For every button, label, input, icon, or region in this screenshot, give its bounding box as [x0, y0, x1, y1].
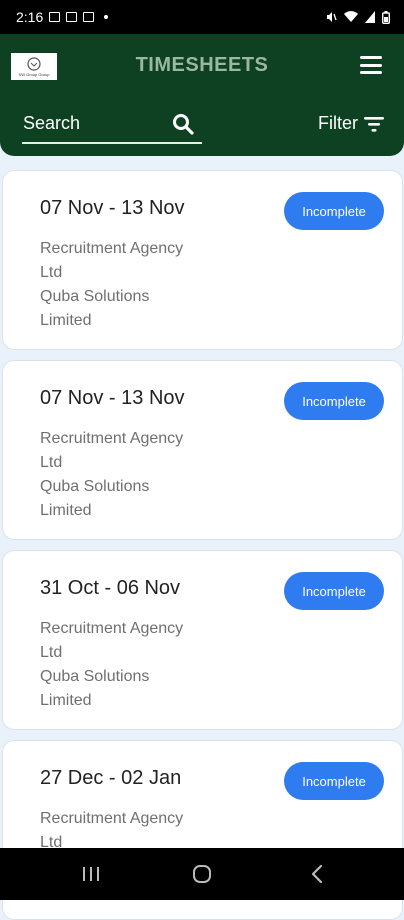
status-time: 2:16: [16, 9, 44, 25]
signal-icon: [365, 11, 375, 23]
client-name-line: Quba Solutions: [40, 668, 150, 685]
battery-icon: [382, 10, 390, 24]
timesheet-card[interactable]: 07 Nov - 13 Nov Incomplete Recruitment A…: [2, 360, 403, 540]
status-badge: Incomplete: [284, 382, 384, 420]
gallery-notification-icon: [49, 12, 61, 22]
agency-name: Recruitment Agency Ltd: [40, 237, 230, 285]
recents-icon[interactable]: [81, 864, 101, 884]
client-name-line: Limited: [40, 312, 92, 329]
filter-button[interactable]: Filter: [318, 113, 384, 134]
agency-name: Recruitment Agency Ltd: [40, 617, 230, 665]
client-name: Quba Solutions Limited: [40, 665, 230, 713]
filter-icon: [364, 116, 384, 132]
outlook-notification-icon: [83, 12, 95, 22]
message-notification-icon: [66, 12, 78, 22]
agency-name-line: Recruitment Agency: [40, 240, 184, 257]
status-badge: Incomplete: [284, 572, 384, 610]
client-name-line: Quba Solutions: [40, 288, 150, 305]
timesheet-date-range: 27 Dec - 02 Jan: [40, 767, 182, 789]
timesheet-card[interactable]: 31 Oct - 06 Nov Incomplete Recruitment A…: [2, 550, 403, 730]
agency-name-line: Recruitment Agency: [40, 620, 184, 637]
search-input[interactable]: Search: [22, 110, 202, 144]
menu-icon-bar: [360, 56, 382, 59]
filter-label: Filter: [318, 113, 358, 133]
page-title: TIMESHEETS: [135, 54, 269, 76]
system-navigation-bar: [0, 848, 404, 900]
agency-name-line: Ltd: [40, 644, 63, 661]
search-label: Search: [23, 113, 81, 133]
timesheet-date-range: 07 Nov - 13 Nov: [40, 197, 185, 219]
agency-name: Recruitment Agency Ltd: [40, 427, 230, 475]
status-bar: 2:16: [0, 0, 404, 34]
search-icon[interactable]: [172, 113, 194, 135]
menu-icon-bar: [360, 63, 382, 67]
timesheet-date-range: 07 Nov - 13 Nov: [40, 387, 185, 409]
mute-icon: [327, 12, 337, 22]
menu-icon-bar: [360, 71, 382, 74]
client-name-line: Quba Solutions: [40, 478, 150, 495]
client-name: Quba Solutions Limited: [40, 285, 230, 333]
agency-name-line: Recruitment Agency: [40, 430, 184, 447]
more-notifications-icon: [104, 15, 109, 19]
timesheet-date-range: 31 Oct - 06 Nov: [40, 577, 181, 599]
status-badge: Incomplete: [284, 762, 384, 800]
back-icon[interactable]: [308, 864, 328, 884]
app-header: SW Group Group TIMESHEETS Search Filter: [0, 34, 404, 156]
agency-name-line: Ltd: [40, 264, 63, 281]
status-badge: Incomplete: [284, 192, 384, 230]
timesheet-card[interactable]: 07 Nov - 13 Nov Incomplete Recruitment A…: [2, 170, 403, 350]
client-name: Quba Solutions Limited: [40, 475, 230, 523]
agency-name-line: Ltd: [40, 454, 63, 471]
home-icon[interactable]: [192, 864, 212, 884]
client-name-line: Limited: [40, 502, 92, 519]
menu-button[interactable]: [360, 56, 382, 74]
client-name-line: Limited: [40, 692, 92, 709]
agency-name-line: Recruitment Agency: [40, 810, 184, 827]
wifi-icon: [344, 11, 358, 22]
